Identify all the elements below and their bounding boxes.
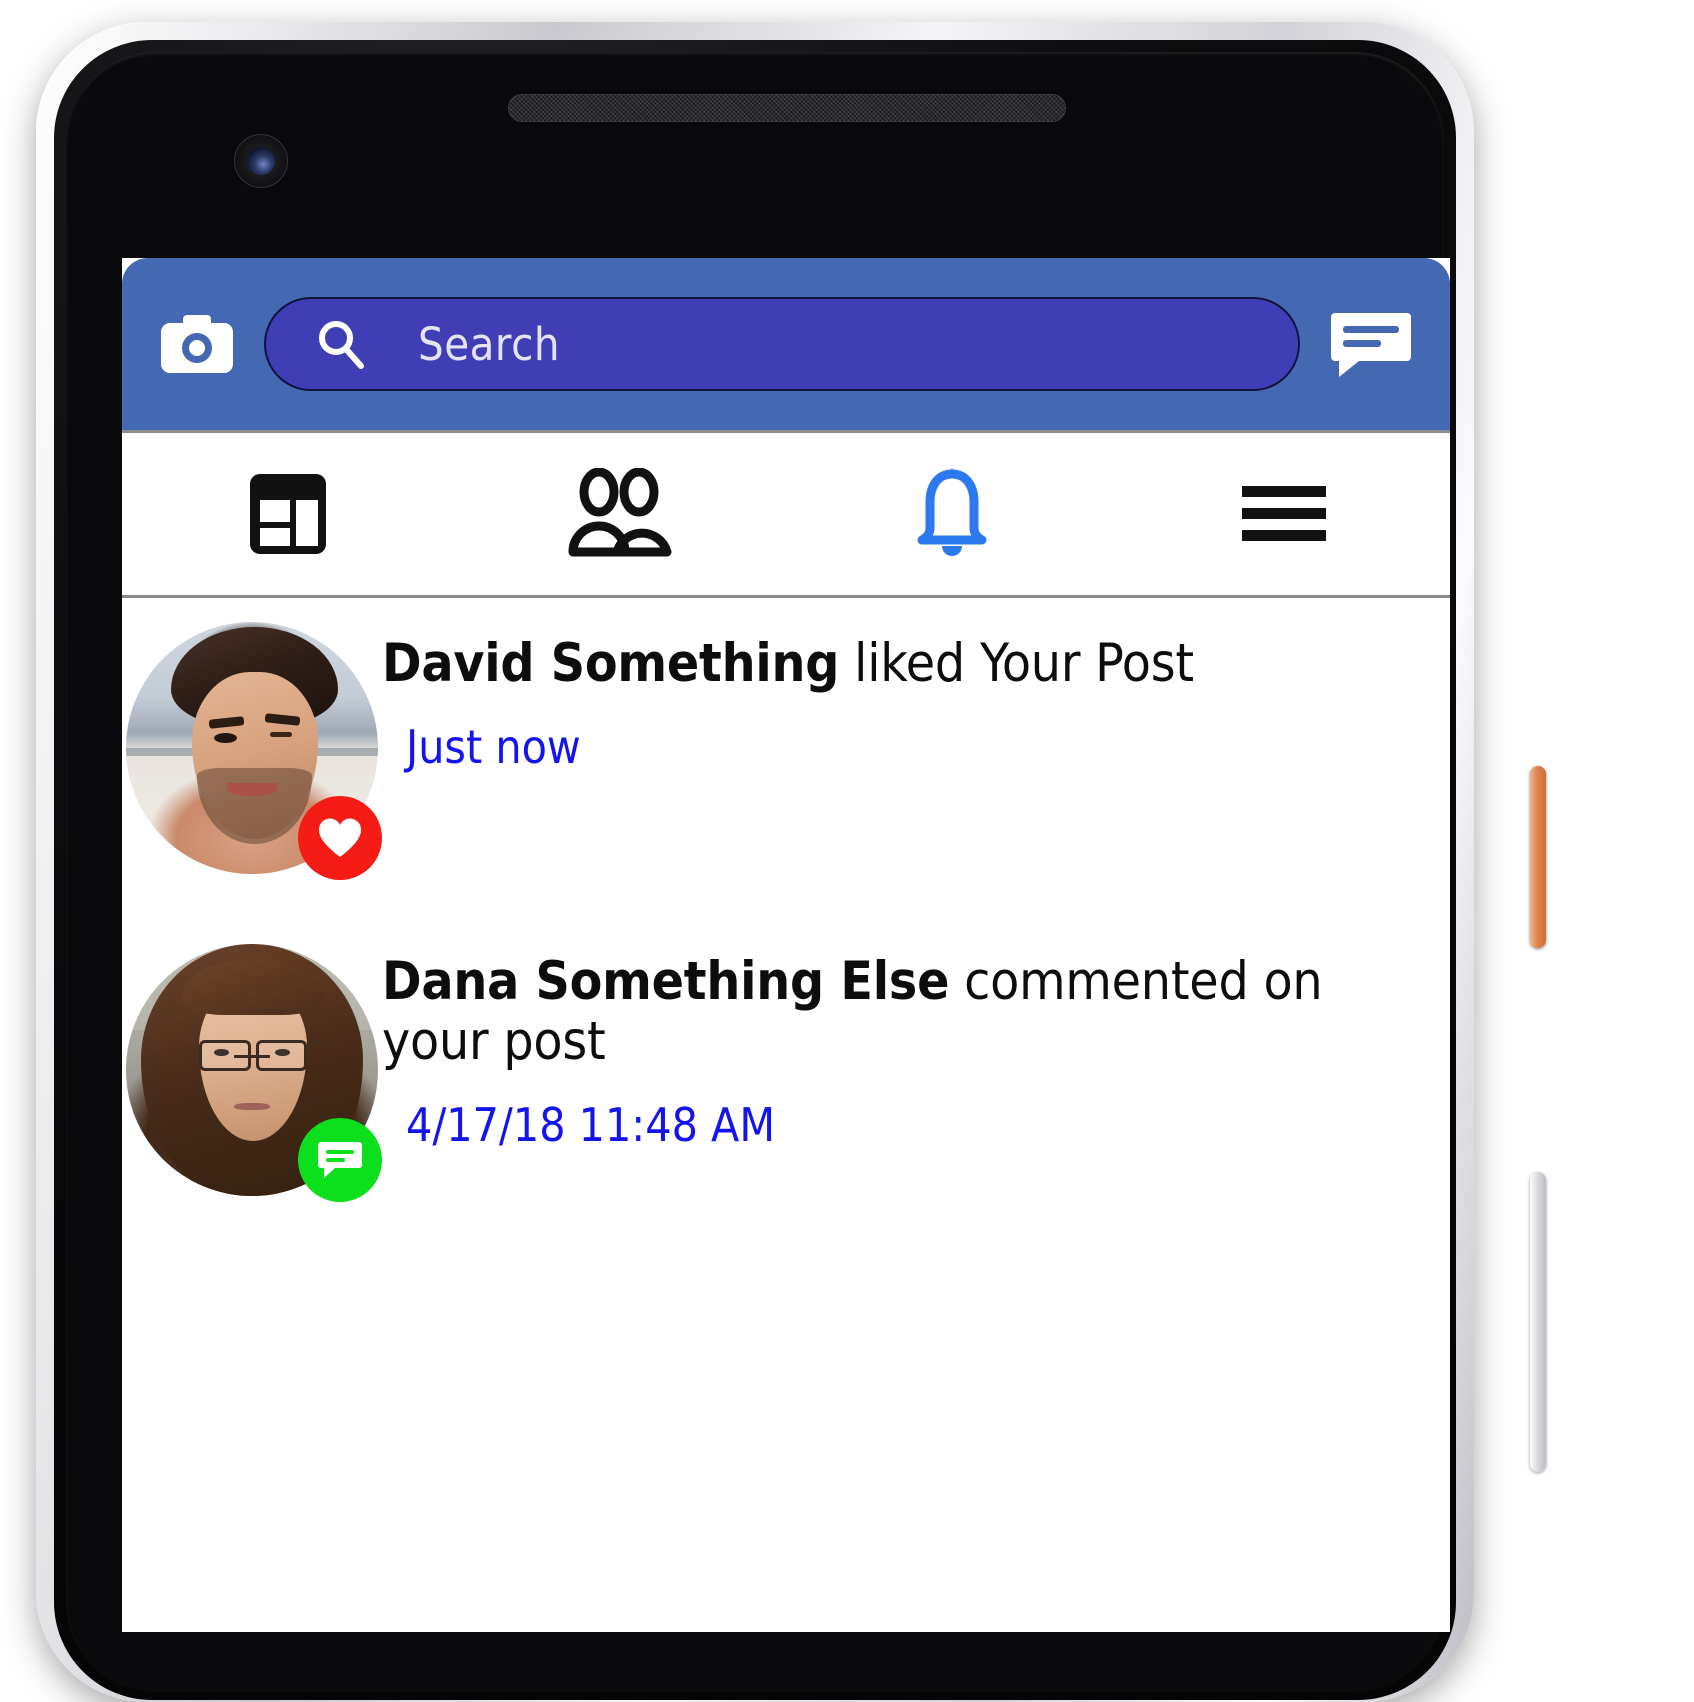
avatar-eye-left	[214, 732, 237, 743]
sidebar-item-news-feed[interactable]	[122, 433, 454, 595]
sidebar-item-menu[interactable]	[1118, 433, 1450, 595]
friends-icon	[568, 468, 672, 557]
screenshot-stage: Search David Something liked Your Post J…	[0, 0, 1694, 1702]
notification-timestamp: 4/17/18 11:48 AM	[406, 1097, 776, 1152]
notification-list: David Something liked Your Post Just now	[122, 598, 1450, 1206]
comment-icon	[318, 1142, 362, 1178]
camera-lens	[247, 147, 275, 175]
notification-timestamp: Just now	[406, 719, 581, 774]
search-placeholder: Search	[418, 317, 560, 371]
avatar-glasses	[199, 1039, 308, 1071]
heart-icon	[318, 818, 362, 857]
search-input[interactable]: Search	[264, 297, 1300, 391]
power-button[interactable]	[1530, 766, 1546, 948]
front-camera-icon	[234, 134, 288, 188]
notification-text: Dana Something Else commented on your po…	[382, 944, 1450, 1152]
notification-headline: Dana Something Else commented on your po…	[382, 952, 1390, 1072]
notification-row-2[interactable]: Dana Something Else commented on your po…	[122, 920, 1450, 1206]
actor-name: Dana Something Else	[382, 951, 950, 1012]
sidebar-item-notifications[interactable]	[786, 433, 1118, 595]
messenger-icon	[1331, 313, 1411, 377]
action-text: liked Your Post	[839, 633, 1194, 694]
camera-icon	[161, 315, 233, 373]
avatar-mouth	[226, 783, 278, 796]
bell-icon	[917, 468, 987, 556]
hamburger-icon	[1242, 486, 1326, 541]
sidebar-item-friends[interactable]	[454, 433, 786, 595]
glasses-bridge	[234, 1054, 270, 1058]
speaker-grille-icon	[508, 94, 1066, 122]
actor-name: David Something	[382, 633, 840, 694]
notification-row-1[interactable]: David Something liked Your Post Just now	[122, 598, 1450, 884]
camera-button[interactable]	[156, 310, 238, 378]
notification-text: David Something liked Your Post Just now	[382, 622, 1450, 774]
search-icon	[319, 321, 364, 369]
avatar-mouth	[234, 1102, 270, 1111]
phone-screen: Search David Something liked Your Post J…	[122, 258, 1450, 1632]
avatar-container	[122, 622, 382, 880]
status-badge[interactable]	[298, 796, 382, 880]
status-badge[interactable]	[298, 1118, 382, 1202]
messenger-button[interactable]	[1326, 306, 1416, 382]
avatar-container	[122, 944, 382, 1202]
notification-headline: David Something liked Your Post	[382, 634, 1390, 694]
news-feed-icon	[250, 474, 326, 554]
avatar-beard	[196, 768, 313, 844]
volume-rocker-button[interactable]	[1530, 1172, 1546, 1472]
navigation-tabs	[122, 430, 1450, 598]
app-header: Search	[122, 258, 1450, 430]
avatar-eye-right	[269, 731, 293, 737]
